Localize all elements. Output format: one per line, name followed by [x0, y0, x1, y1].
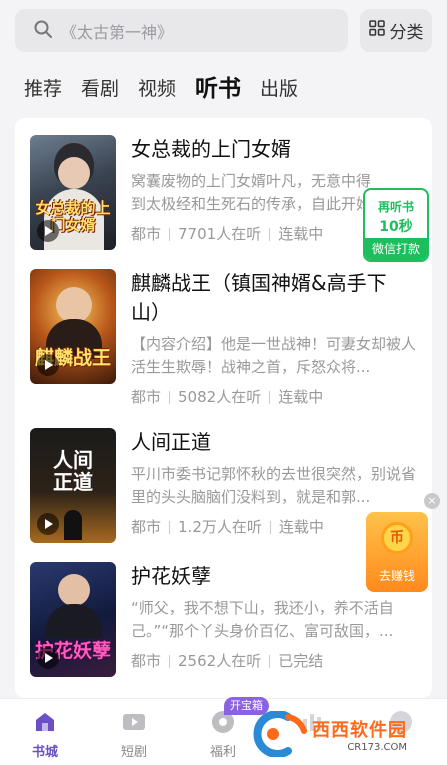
list-item[interactable]: 护花妖孽 护花妖孽 “师父，我不想下山，我还小，养不活自己。”“那个丫头身价百亿…: [30, 562, 420, 682]
nav-welfare-label: 福利: [209, 745, 236, 760]
book-genre: 都市: [131, 388, 162, 406]
nav-short-drama-label: 短剧: [120, 745, 147, 760]
video-icon: [104, 709, 164, 735]
cover-title: 人间正道: [53, 448, 93, 494]
search-bar[interactable]: 《太古第一神》: [15, 9, 348, 52]
nav-welfare[interactable]: 福利: [193, 709, 253, 760]
grid-icon: [368, 20, 385, 41]
tab-drama[interactable]: 看剧: [81, 74, 119, 104]
book-listeners: 5082人在听: [178, 388, 262, 406]
book-description: “师父，我不想下山，我还小，养不活自己。”“那个丫头身价百亿、富可敌国，...: [131, 599, 394, 640]
nav-bookstore[interactable]: 书城: [15, 709, 75, 760]
divider: [169, 520, 171, 534]
earn-money-label: 去赚钱: [378, 569, 415, 583]
category-label: 分类: [389, 23, 424, 43]
play-icon[interactable]: [37, 513, 59, 535]
nav-short-drama[interactable]: 短剧: [104, 709, 164, 760]
play-icon[interactable]: [37, 647, 59, 669]
book-status: 连载中: [278, 225, 324, 243]
tab-recommend[interactable]: 推荐: [24, 74, 62, 104]
book-status: 已完结: [278, 652, 324, 670]
watermark: 西西软件园 CR173.COM: [248, 708, 443, 760]
list-item[interactable]: 女总裁的上门女婿 女总裁的上门女婿 窝囊废物的上门女婿叶凡，无意中得到太极经和生…: [30, 135, 420, 255]
book-listeners: 1.2万人在听: [178, 518, 262, 536]
listen-reward-timer: 10秒: [379, 219, 413, 235]
divider: [169, 227, 171, 241]
listen-reward-line1: 再听书: [377, 200, 414, 214]
book-description: 【内容介绍】他是一世战神！可妻女却被人活生生欺辱！战神之首，斥怒众将...: [131, 335, 417, 376]
book-title[interactable]: 麒麟战王（镇国神婿&高手下山）: [131, 269, 399, 327]
tab-bar: 推荐 看剧 视频 听书 出版: [24, 68, 298, 104]
book-genre: 都市: [131, 225, 162, 243]
book-cover[interactable]: 人间正道: [30, 428, 116, 543]
watermark-title: 西西软件园: [312, 719, 407, 741]
book-cover[interactable]: 护花妖孽: [30, 562, 116, 677]
list-item[interactable]: 麒麟战王 麒麟战王（镇国神婿&高手下山） 【内容介绍】他是一世战神！可妻女却被人…: [30, 269, 420, 409]
book-listeners: 7701人在听: [178, 225, 262, 243]
top-bar: 《太古第一神》 分类: [0, 0, 447, 62]
book-meta: 都市 2562人在听 已完结: [131, 651, 421, 671]
divider: [269, 654, 271, 668]
book-meta: 都市 5082人在听 连载中: [131, 387, 421, 407]
earn-money-widget[interactable]: 币 去赚钱: [366, 512, 428, 592]
divider: [269, 227, 271, 241]
book-genre: 都市: [131, 518, 162, 536]
bookstore-icon: [15, 709, 75, 735]
book-status: 连载中: [278, 518, 324, 536]
nav-bookstore-label: 书城: [31, 745, 58, 760]
divider: [269, 390, 271, 404]
list-item[interactable]: 人间正道 人间正道 平川市委书记郭怀秋的去世很突然，别说省里的头头脑脑们没料到，…: [30, 428, 420, 548]
tab-audiobook[interactable]: 听书: [195, 74, 241, 104]
close-icon[interactable]: ×: [424, 493, 440, 509]
book-title[interactable]: 人间正道: [131, 428, 421, 457]
search-placeholder: 《太古第一神》: [61, 22, 174, 42]
divider: [269, 520, 271, 534]
watermark-url: CR173.COM: [347, 741, 407, 753]
tab-publishing[interactable]: 出版: [260, 74, 298, 104]
tab-video[interactable]: 视频: [138, 74, 176, 104]
divider: [169, 654, 171, 668]
book-genre: 都市: [131, 652, 162, 670]
book-title[interactable]: 女总裁的上门女婿: [131, 135, 421, 164]
book-status: 连载中: [278, 388, 324, 406]
book-info: 麒麟战王（镇国神婿&高手下山） 【内容介绍】他是一世战神！可妻女却被人活生生欺辱…: [131, 269, 421, 407]
category-button[interactable]: 分类: [360, 9, 432, 52]
watermark-logo-icon: [248, 710, 310, 758]
play-icon[interactable]: [37, 220, 59, 242]
book-description: 窝囊废物的上门女婿叶凡，无意中得到太极经和生死石的传承，自此开始: [131, 172, 371, 213]
play-icon[interactable]: [37, 354, 59, 376]
search-icon: [33, 19, 53, 43]
listen-reward-widget[interactable]: 再听书 10秒 微信打款: [363, 188, 429, 262]
book-cover[interactable]: 女总裁的上门女婿: [30, 135, 116, 250]
listen-reward-label: 微信打款: [365, 238, 427, 260]
book-cover[interactable]: 麒麟战王: [30, 269, 116, 384]
divider: [169, 390, 171, 404]
book-description: 平川市委书记郭怀秋的去世很突然，别说省里的头头脑脑们没料到，就是和郭...: [131, 465, 417, 506]
coin-icon: 币: [381, 522, 413, 554]
book-listeners: 2562人在听: [178, 652, 262, 670]
